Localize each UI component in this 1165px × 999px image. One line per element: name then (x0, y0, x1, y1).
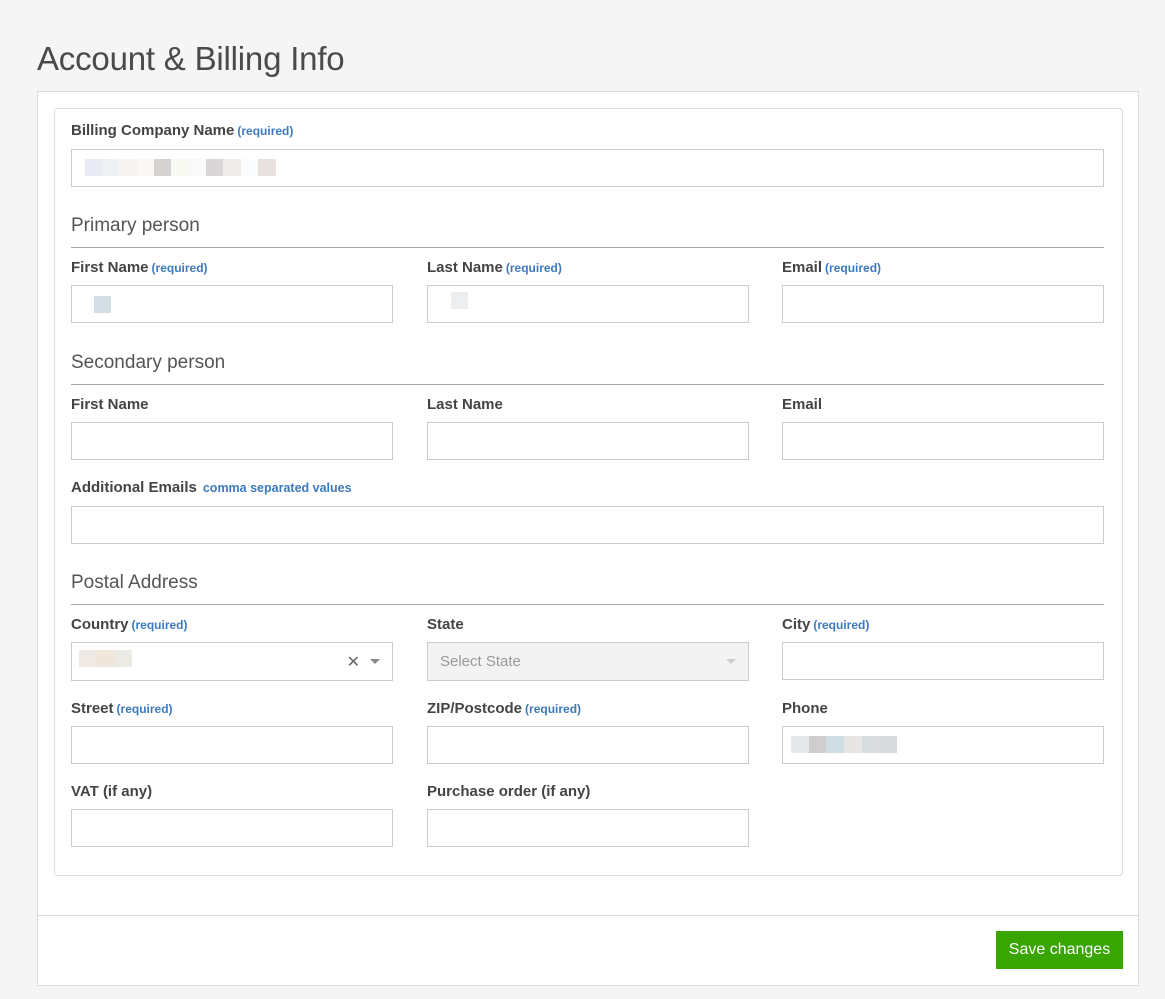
state-select[interactable]: Select State (427, 642, 749, 681)
required-tag: (required) (116, 702, 173, 716)
secondary-email-label: Email (782, 396, 823, 413)
phone-label: Phone (782, 700, 828, 717)
additional-emails-input[interactable] (71, 506, 1104, 544)
secondary-last-name-label: Last Name (427, 396, 503, 413)
primary-last-name-label: Last Name (required) (427, 259, 562, 276)
secondary-last-name-input[interactable] (427, 422, 749, 460)
required-tag: (required) (825, 261, 882, 275)
purchase-order-label: Purchase order (if any) (427, 783, 591, 800)
section-secondary-person: Secondary person (71, 352, 1104, 385)
redacted-value (451, 292, 468, 309)
vat-label: VAT (if any) (71, 783, 153, 800)
label-text: ZIP/Postcode (427, 700, 523, 717)
city-input[interactable] (782, 642, 1104, 680)
primary-email-label: Email (required) (782, 259, 881, 276)
label-text: Additional Emails (71, 479, 197, 496)
secondary-first-name-label: First Name (71, 396, 149, 413)
street-label: Street (required) (71, 700, 173, 717)
label-text: City (782, 616, 811, 633)
primary-email-input[interactable] (782, 285, 1104, 323)
chevron-down-icon[interactable] (370, 659, 380, 664)
required-tag: (required) (525, 702, 582, 716)
required-tag: (required) (151, 261, 208, 275)
hint-text: comma separated values (202, 481, 352, 495)
street-input[interactable] (71, 726, 393, 764)
billing-company-label: Billing Company Name (required) (71, 122, 293, 139)
primary-first-name-label: First Name (required) (71, 259, 208, 276)
section-primary-person: Primary person (71, 215, 1104, 248)
required-tag: (required) (505, 261, 562, 275)
required-tag: (required) (237, 124, 294, 138)
state-placeholder: Select State (440, 653, 521, 670)
redacted-value (94, 296, 111, 313)
state-label: State (427, 616, 464, 633)
clear-icon[interactable]: ✕ (347, 652, 360, 672)
redacted-value (79, 650, 132, 667)
zip-input[interactable] (427, 726, 749, 764)
section-postal-address: Postal Address (71, 572, 1104, 605)
save-changes-button[interactable]: Save changes (996, 931, 1123, 969)
label-text: Street (71, 700, 114, 717)
label-text: Billing Company Name (71, 122, 235, 139)
primary-first-name-input[interactable] (71, 285, 393, 323)
primary-last-name-input[interactable] (427, 285, 749, 323)
secondary-email-input[interactable] (782, 422, 1104, 460)
page-title: Account & Billing Info (37, 40, 345, 77)
required-tag: (required) (131, 618, 188, 632)
purchase-order-input[interactable] (427, 809, 749, 847)
vat-input[interactable] (71, 809, 393, 847)
label-text: Email (782, 259, 823, 276)
redacted-value (791, 736, 897, 753)
secondary-first-name-input[interactable] (71, 422, 393, 460)
zip-label: ZIP/Postcode (required) (427, 700, 581, 717)
additional-emails-label: Additional Emails comma separated values (71, 479, 352, 496)
required-tag: (required) (813, 618, 870, 632)
redacted-value (85, 159, 276, 176)
label-text: Last Name (427, 259, 503, 276)
label-text: First Name (71, 259, 149, 276)
city-label: City (required) (782, 616, 869, 633)
chevron-down-icon (726, 659, 736, 664)
footer-divider (38, 915, 1138, 916)
label-text: Country (71, 616, 129, 633)
country-label: Country (required) (71, 616, 188, 633)
